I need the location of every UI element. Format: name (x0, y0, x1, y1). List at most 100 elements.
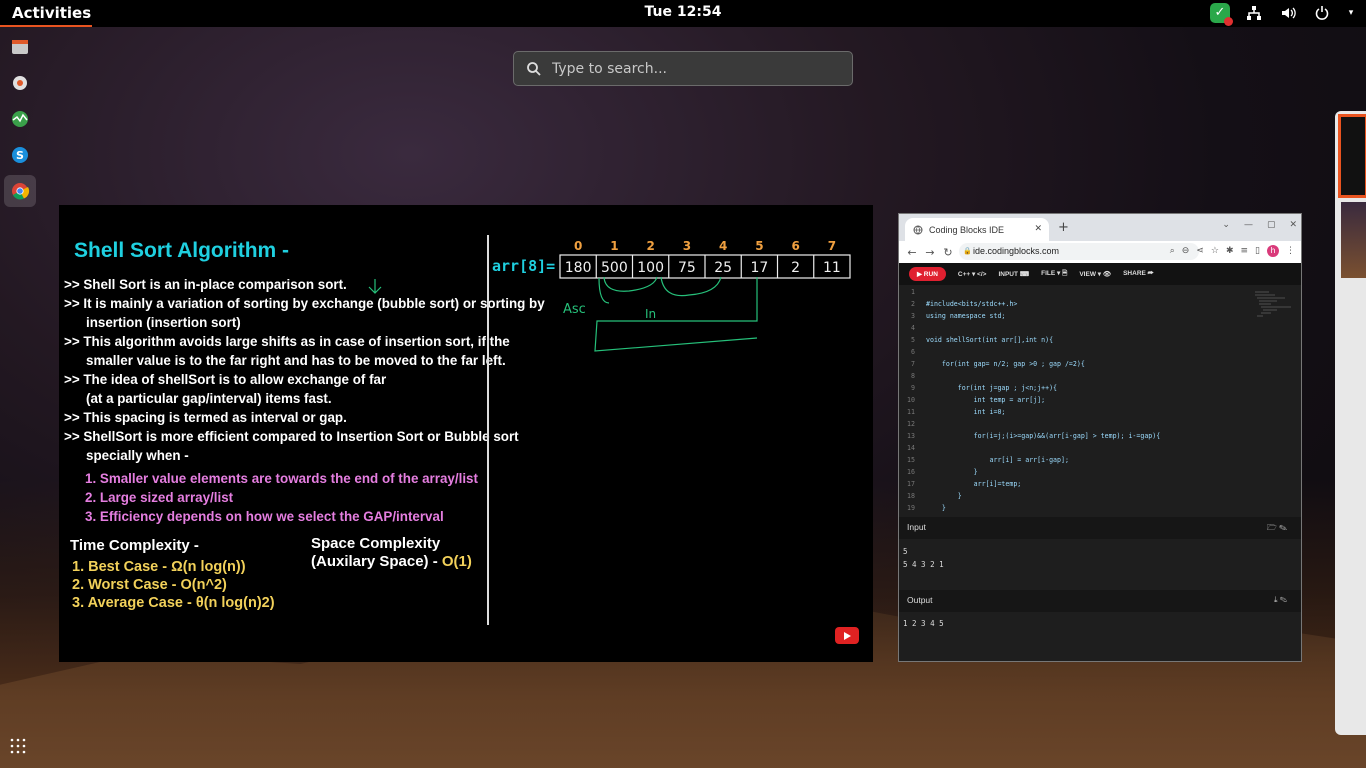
search-input[interactable] (552, 60, 832, 77)
power-icon[interactable] (1312, 3, 1332, 23)
coding-blocks-ide: ▶ RUN C++ ▾ </> INPUT ⌨ FILE ▾ 🗎 VIEW ▾ … (899, 263, 1301, 661)
condition-item: 3. Efficiency depends on how we select t… (85, 509, 444, 524)
reading-list-icon[interactable]: ≡ (1241, 246, 1249, 256)
input-panel-value[interactable]: 5 5 4 3 2 1 (903, 545, 944, 571)
search-bar[interactable] (513, 51, 853, 86)
search-page-icon[interactable]: ⌕ (1170, 246, 1175, 256)
line-number: 4 (911, 324, 915, 332)
file-menu[interactable]: FILE ▾ 🗎 (1041, 269, 1067, 280)
tab-title: Coding Blocks IDE (929, 224, 1005, 235)
output-panel-value: 1 2 3 4 5 (903, 619, 944, 628)
kebab-menu-icon[interactable]: ⋮ (1286, 246, 1295, 256)
system-monitor-app-icon[interactable] (4, 103, 36, 135)
maximize-icon[interactable]: ▢ (1267, 220, 1276, 230)
code-line: 18 } (899, 490, 1301, 502)
line-number: 14 (907, 444, 915, 452)
array-value: 17 (750, 260, 768, 276)
reload-icon[interactable]: ↻ (939, 246, 957, 259)
video-window-preview[interactable]: Shell Sort Algorithm - >> Shell Sort is … (59, 205, 873, 662)
code-text: for(int j=gap ; j<n;j++){ (926, 384, 1058, 392)
network-icon[interactable] (1244, 3, 1264, 23)
extensions-puzzle-icon[interactable]: ✱ (1226, 246, 1234, 256)
minimize-icon[interactable]: — (1244, 220, 1253, 230)
view-menu[interactable]: VIEW ▾ 👁 (1079, 270, 1111, 278)
chrome-window-preview[interactable]: Coding Blocks IDE ✕ + ⌄ — ▢ ✕ ← → ↻ 🔒 id… (898, 213, 1302, 662)
address-bar-row: ← → ↻ 🔒 ide.codingblocks.com ⌕ ⊖ ⋖ ☆ ✱ ≡… (899, 241, 1301, 263)
settings-app-icon[interactable] (4, 67, 36, 99)
code-text: #include<bits/stdc++.h> (926, 300, 1018, 308)
array-cells: 0 1 2 3 4 5 6 7 180 500 100 75 25 17 2 11 (565, 239, 841, 278)
output-panel-title: Output (907, 595, 933, 605)
code-line: 1 (899, 286, 1301, 298)
down-arrow-annotation (368, 279, 382, 294)
close-window-icon[interactable]: ✕ (1289, 220, 1297, 230)
code-text: arr[i]=temp; (926, 480, 1022, 488)
youtube-icon[interactable] (835, 627, 859, 644)
zoom-icon[interactable]: ⊖ (1182, 246, 1190, 256)
close-tab-icon[interactable]: ✕ (1034, 223, 1042, 234)
condition-list: 1. Smaller value elements are towards th… (85, 471, 478, 528)
run-button[interactable]: ▶ RUN (909, 267, 946, 281)
profile-avatar[interactable]: h (1267, 245, 1279, 257)
tab-coding-blocks-ide[interactable]: Coding Blocks IDE ✕ (905, 218, 1049, 241)
show-applications-icon[interactable] (10, 738, 30, 758)
toolbar-icons: ⌕ ⊖ ⋖ ☆ ✱ ≡ ▯ h ⋮ (1170, 245, 1295, 257)
line-number: 16 (907, 468, 915, 476)
share-button[interactable]: SHARE ⮫ (1123, 270, 1154, 278)
files-app-icon[interactable] (4, 31, 36, 63)
bookmark-star-icon[interactable]: ☆ (1211, 246, 1219, 256)
line-number: 12 (907, 420, 915, 428)
folder-icon[interactable]: 🗁 ✎ (1267, 522, 1287, 536)
line-number: 6 (911, 348, 915, 356)
video-line: >> ShellSort is more efficient compared … (64, 429, 519, 444)
code-text: void shellSort(int arr[],int n){ (926, 336, 1054, 344)
input-toggle-button[interactable]: INPUT ⌨ (998, 270, 1029, 278)
condition-item: 1. Smaller value elements are towards th… (85, 471, 478, 486)
line-number: 2 (911, 300, 915, 308)
volume-icon[interactable] (1278, 3, 1298, 23)
update-shield-icon[interactable]: ✓ (1210, 3, 1233, 26)
chrome-app-icon[interactable] (4, 175, 36, 207)
code-minimap[interactable] (1253, 289, 1297, 329)
complexity-item: 1. Best Case - Ω(n log(n)) (72, 559, 246, 575)
side-panel-icon[interactable]: ▯ (1255, 246, 1260, 256)
window-controls: ⌄ — ▢ ✕ (1222, 220, 1297, 230)
video-line: >> This algorithm avoids large shifts as… (64, 334, 510, 349)
code-line: 9 for(int j=gap ; j<n;j++){ (899, 382, 1301, 394)
code-line: 11 int i=0; (899, 406, 1301, 418)
video-line: >> Shell Sort is an in-place comparison … (64, 277, 347, 292)
url-field[interactable]: 🔒 ide.codingblocks.com (959, 243, 1199, 260)
skype-app-icon[interactable]: S (4, 139, 36, 171)
time-complexity-list: 1. Best Case - Ω(n log(n)) 2. Worst Case… (72, 559, 275, 613)
video-description: >> Shell Sort is an in-place comparison … (64, 277, 545, 467)
share-icon[interactable]: ⋖ (1196, 246, 1204, 256)
chevron-down-icon[interactable]: ▾ (1346, 3, 1356, 23)
tab-list-icon[interactable]: ⌄ (1222, 220, 1230, 230)
array-label: arr[8]= (492, 257, 555, 275)
workspace-thumbnail-2[interactable] (1341, 202, 1366, 278)
code-line: 15 arr[i] = arr[i-gap]; (899, 454, 1301, 466)
download-icon[interactable]: ⤓ ✎ (1274, 595, 1287, 605)
line-number: 17 (907, 480, 915, 488)
back-icon[interactable]: ← (903, 246, 921, 259)
array-value: 75 (678, 260, 696, 276)
clock[interactable]: Tue 12:54 (0, 4, 1366, 20)
line-number: 5 (911, 336, 915, 344)
line-number: 1 (911, 288, 915, 296)
video-line: (at a particular gap/interval) items fas… (86, 391, 332, 406)
top-bar: Activities Tue 12:54 ✓ ▾ (0, 0, 1366, 27)
code-line: 8 (899, 370, 1301, 382)
code-editor[interactable]: 1 2 #include<bits/stdc++.h> 3 using namespac… (899, 285, 1301, 511)
line-number: 13 (907, 432, 915, 440)
workspace-thumbnail-1[interactable] (1338, 114, 1366, 198)
gap-brace-2 (660, 276, 722, 297)
array-value: 25 (714, 260, 732, 276)
language-select[interactable]: C++ ▾ </> (958, 270, 987, 278)
new-tab-icon[interactable]: + (1058, 220, 1069, 235)
input-panel-title: Input (907, 522, 926, 532)
code-lines: 1 2 #include<bits/stdc++.h> 3 using namespac… (899, 285, 1301, 511)
search-icon (527, 61, 541, 76)
forward-icon[interactable]: → (921, 246, 939, 259)
video-line: >> This spacing is termed as interval or… (64, 410, 347, 425)
asc-arrow (598, 277, 610, 304)
